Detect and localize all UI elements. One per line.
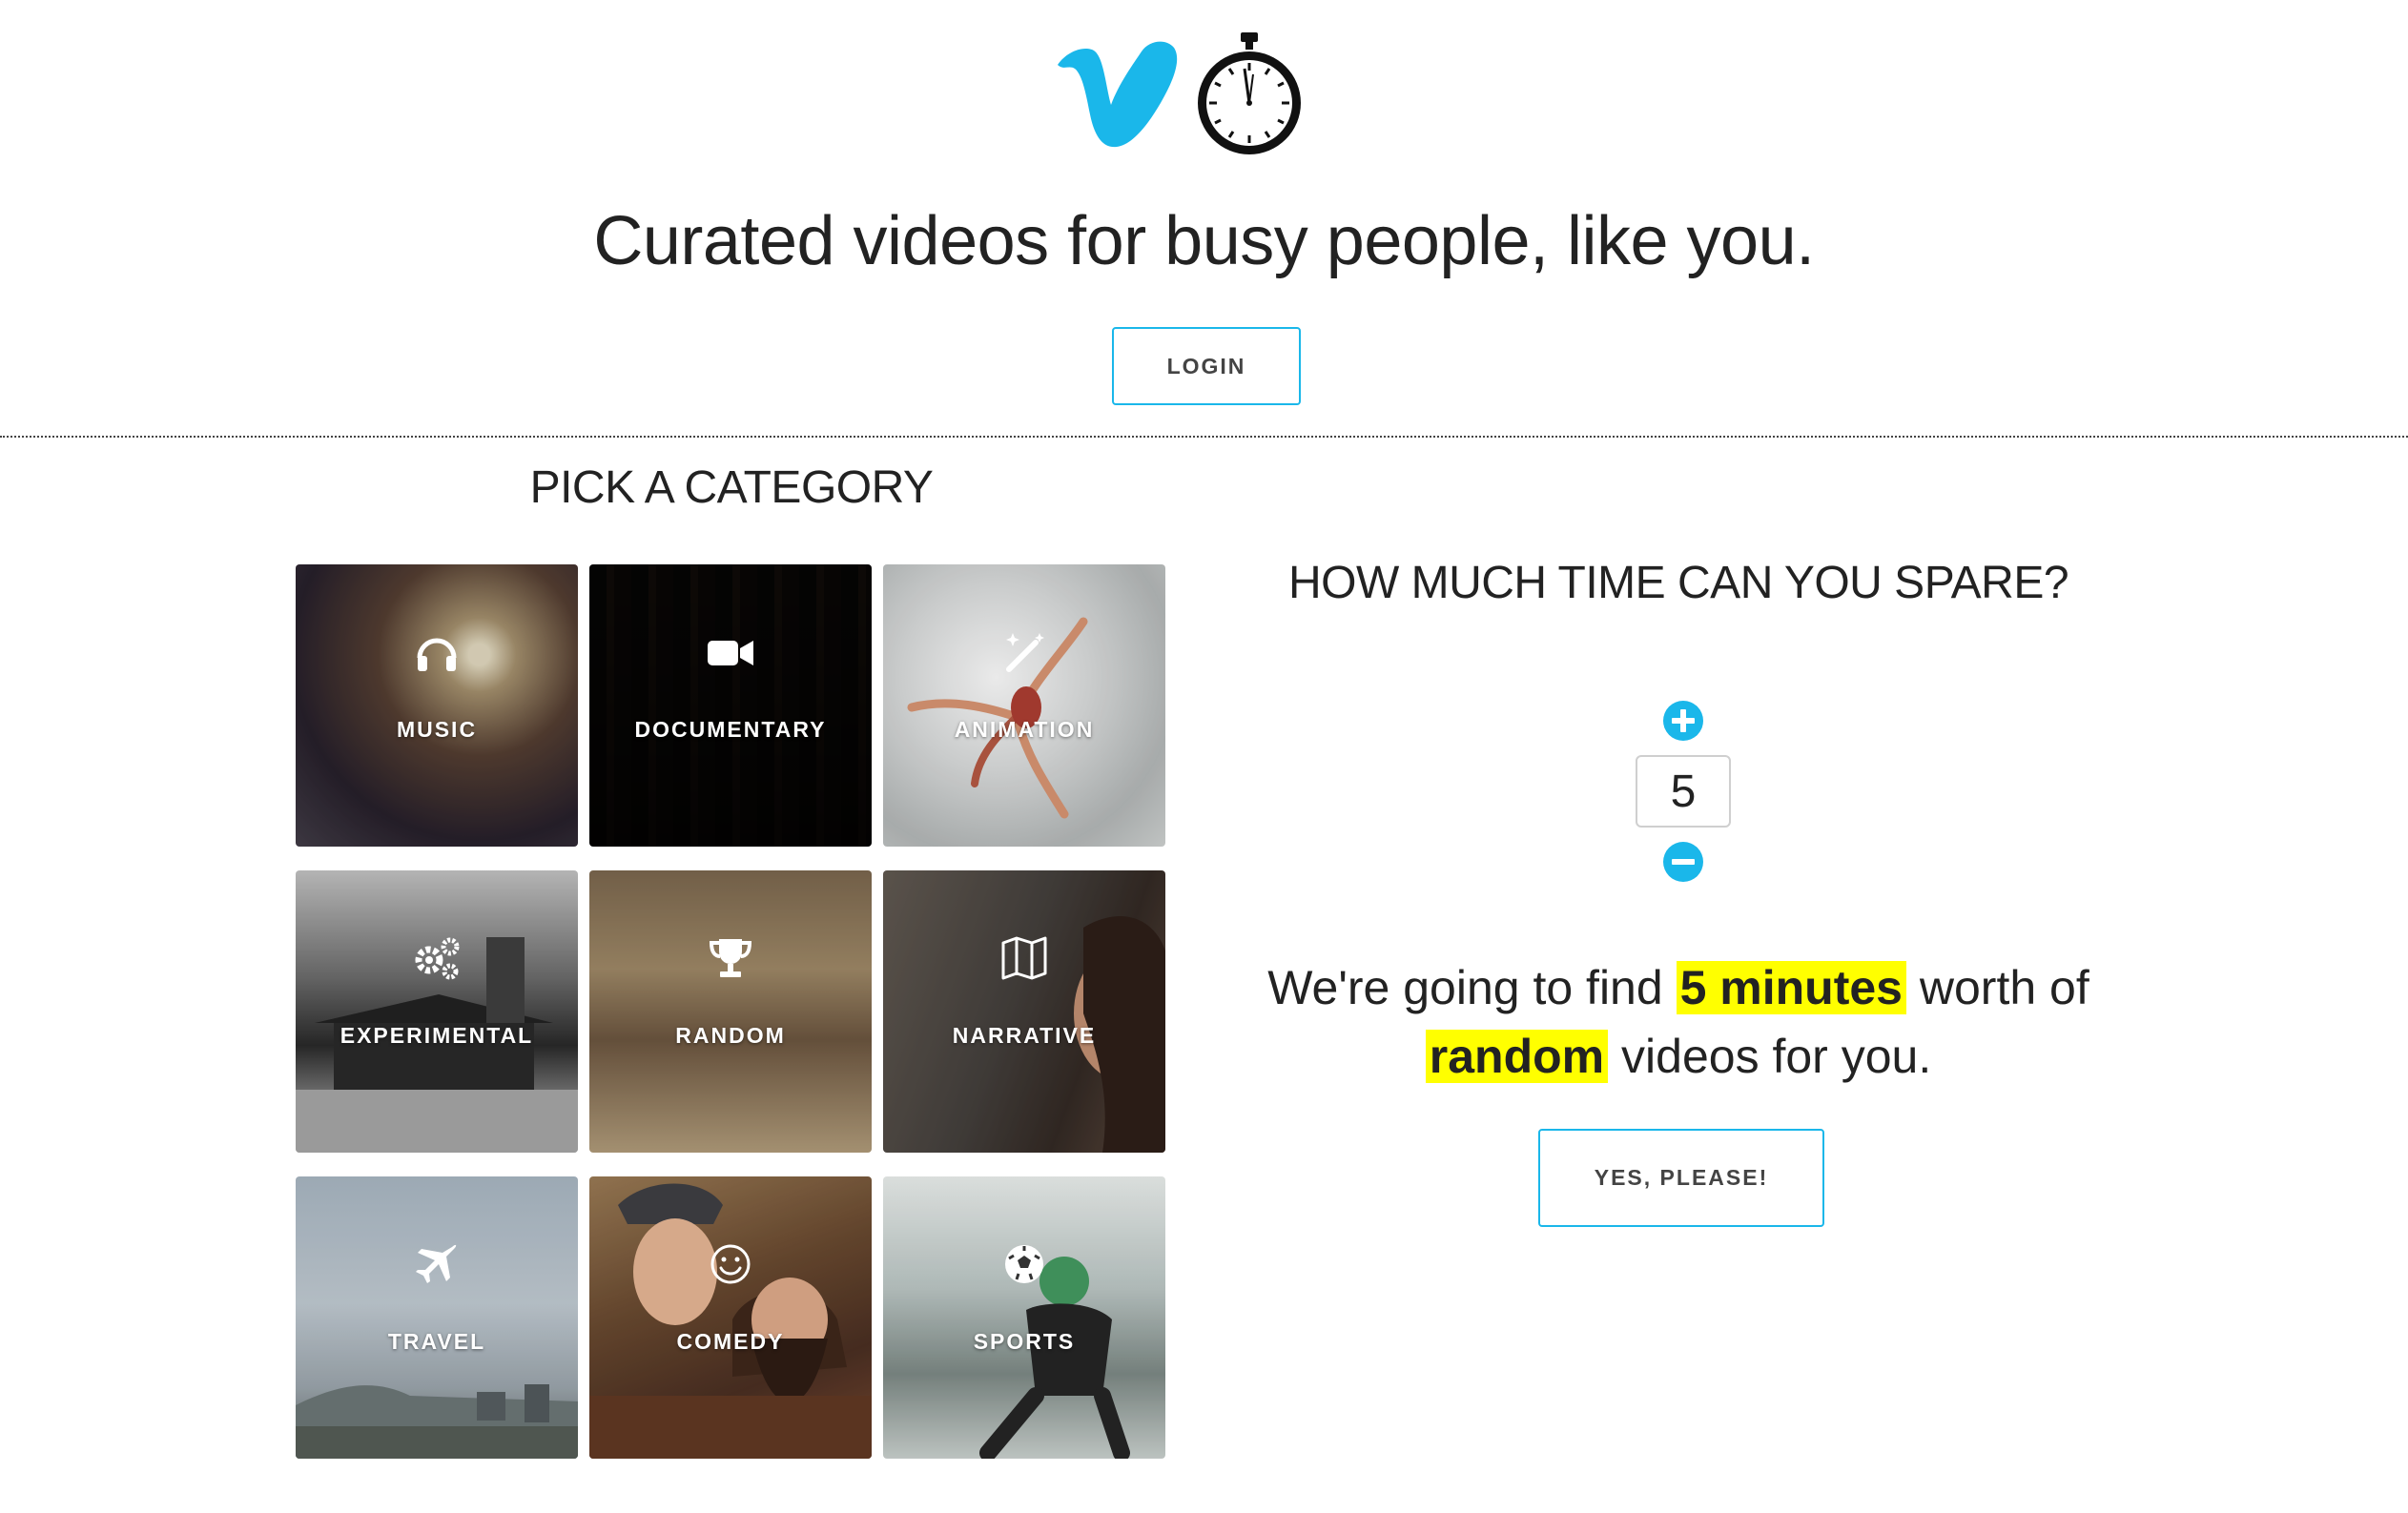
- login-button[interactable]: LOGIN: [1112, 327, 1301, 405]
- trophy-icon: [709, 939, 752, 977]
- summary-prefix: We're going to find: [1267, 961, 1663, 1014]
- decrease-time-button[interactable]: [1663, 842, 1703, 882]
- category-label: NARRATIVE: [952, 1023, 1097, 1048]
- category-label: COMEDY: [676, 1329, 785, 1354]
- magic-wand-icon: [1006, 633, 1044, 672]
- category-tile-random[interactable]: RANDOM: [589, 870, 872, 1153]
- airplane-icon: [416, 1244, 457, 1283]
- video-camera-icon: [708, 641, 753, 665]
- category-tile-music[interactable]: MUSIC: [296, 564, 578, 847]
- category-label: DOCUMENTARY: [634, 717, 827, 742]
- summary-mid: worth of: [1919, 961, 2089, 1014]
- summary-category-highlight: random: [1425, 1030, 1609, 1083]
- category-tile-travel[interactable]: TRAVEL: [296, 1176, 578, 1459]
- woman-portrait: [1074, 916, 1165, 1153]
- increase-time-button[interactable]: [1663, 701, 1703, 741]
- selection-summary: We're going to find 5 minutes worth of r…: [1259, 953, 2098, 1091]
- city-skyline: [296, 1384, 578, 1459]
- gazebo-silhouette: [296, 937, 578, 1153]
- category-tile-animation[interactable]: ANIMATION: [883, 564, 1165, 847]
- acrobat-figure: [907, 617, 1088, 819]
- category-tile-sports[interactable]: SPORTS: [883, 1176, 1165, 1459]
- map-icon: [1001, 936, 1047, 980]
- smiley-icon: [710, 1244, 751, 1284]
- time-minutes-input[interactable]: [1636, 755, 1731, 828]
- category-label: TRAVEL: [387, 1329, 486, 1354]
- yes-please-button[interactable]: YES, PLEASE!: [1538, 1129, 1824, 1227]
- category-tile-documentary[interactable]: DOCUMENTARY: [589, 564, 872, 847]
- category-label: EXPERIMENTAL: [340, 1023, 534, 1048]
- category-grid: MUSIC DOCUMENTARY ANIMATION EXPERIMENTAL…: [296, 564, 1167, 1459]
- category-label: ANIMATION: [954, 717, 1095, 742]
- stopwatch-icon: [1198, 32, 1301, 154]
- category-label: RANDOM: [675, 1023, 786, 1048]
- vimeo-v-icon: [1058, 41, 1178, 148]
- soccer-ball-icon: [1005, 1245, 1043, 1283]
- category-heading: PICK A CATEGORY: [529, 462, 934, 513]
- roller-derby-skater: [979, 1257, 1130, 1459]
- headphones-icon: [417, 638, 457, 671]
- category-tile-experimental[interactable]: EXPERIMENTAL: [296, 870, 578, 1153]
- summary-minutes-highlight: 5 minutes: [1676, 961, 1906, 1014]
- summary-suffix: videos for you.: [1621, 1030, 1932, 1083]
- dotted-divider: [0, 436, 2408, 438]
- gears-icon: [415, 937, 460, 980]
- category-tile-narrative[interactable]: NARRATIVE: [883, 870, 1165, 1153]
- category-label: MUSIC: [396, 717, 478, 742]
- tagline: Curated videos for busy people, like you…: [593, 203, 1815, 279]
- category-tile-comedy[interactable]: COMEDY: [589, 1176, 872, 1459]
- time-question: HOW MUCH TIME CAN YOU SPARE?: [1287, 558, 2069, 608]
- vimeo-logo[interactable]: [1054, 27, 1302, 155]
- two-men-portrait: [589, 1183, 872, 1459]
- category-label: SPORTS: [973, 1329, 1076, 1354]
